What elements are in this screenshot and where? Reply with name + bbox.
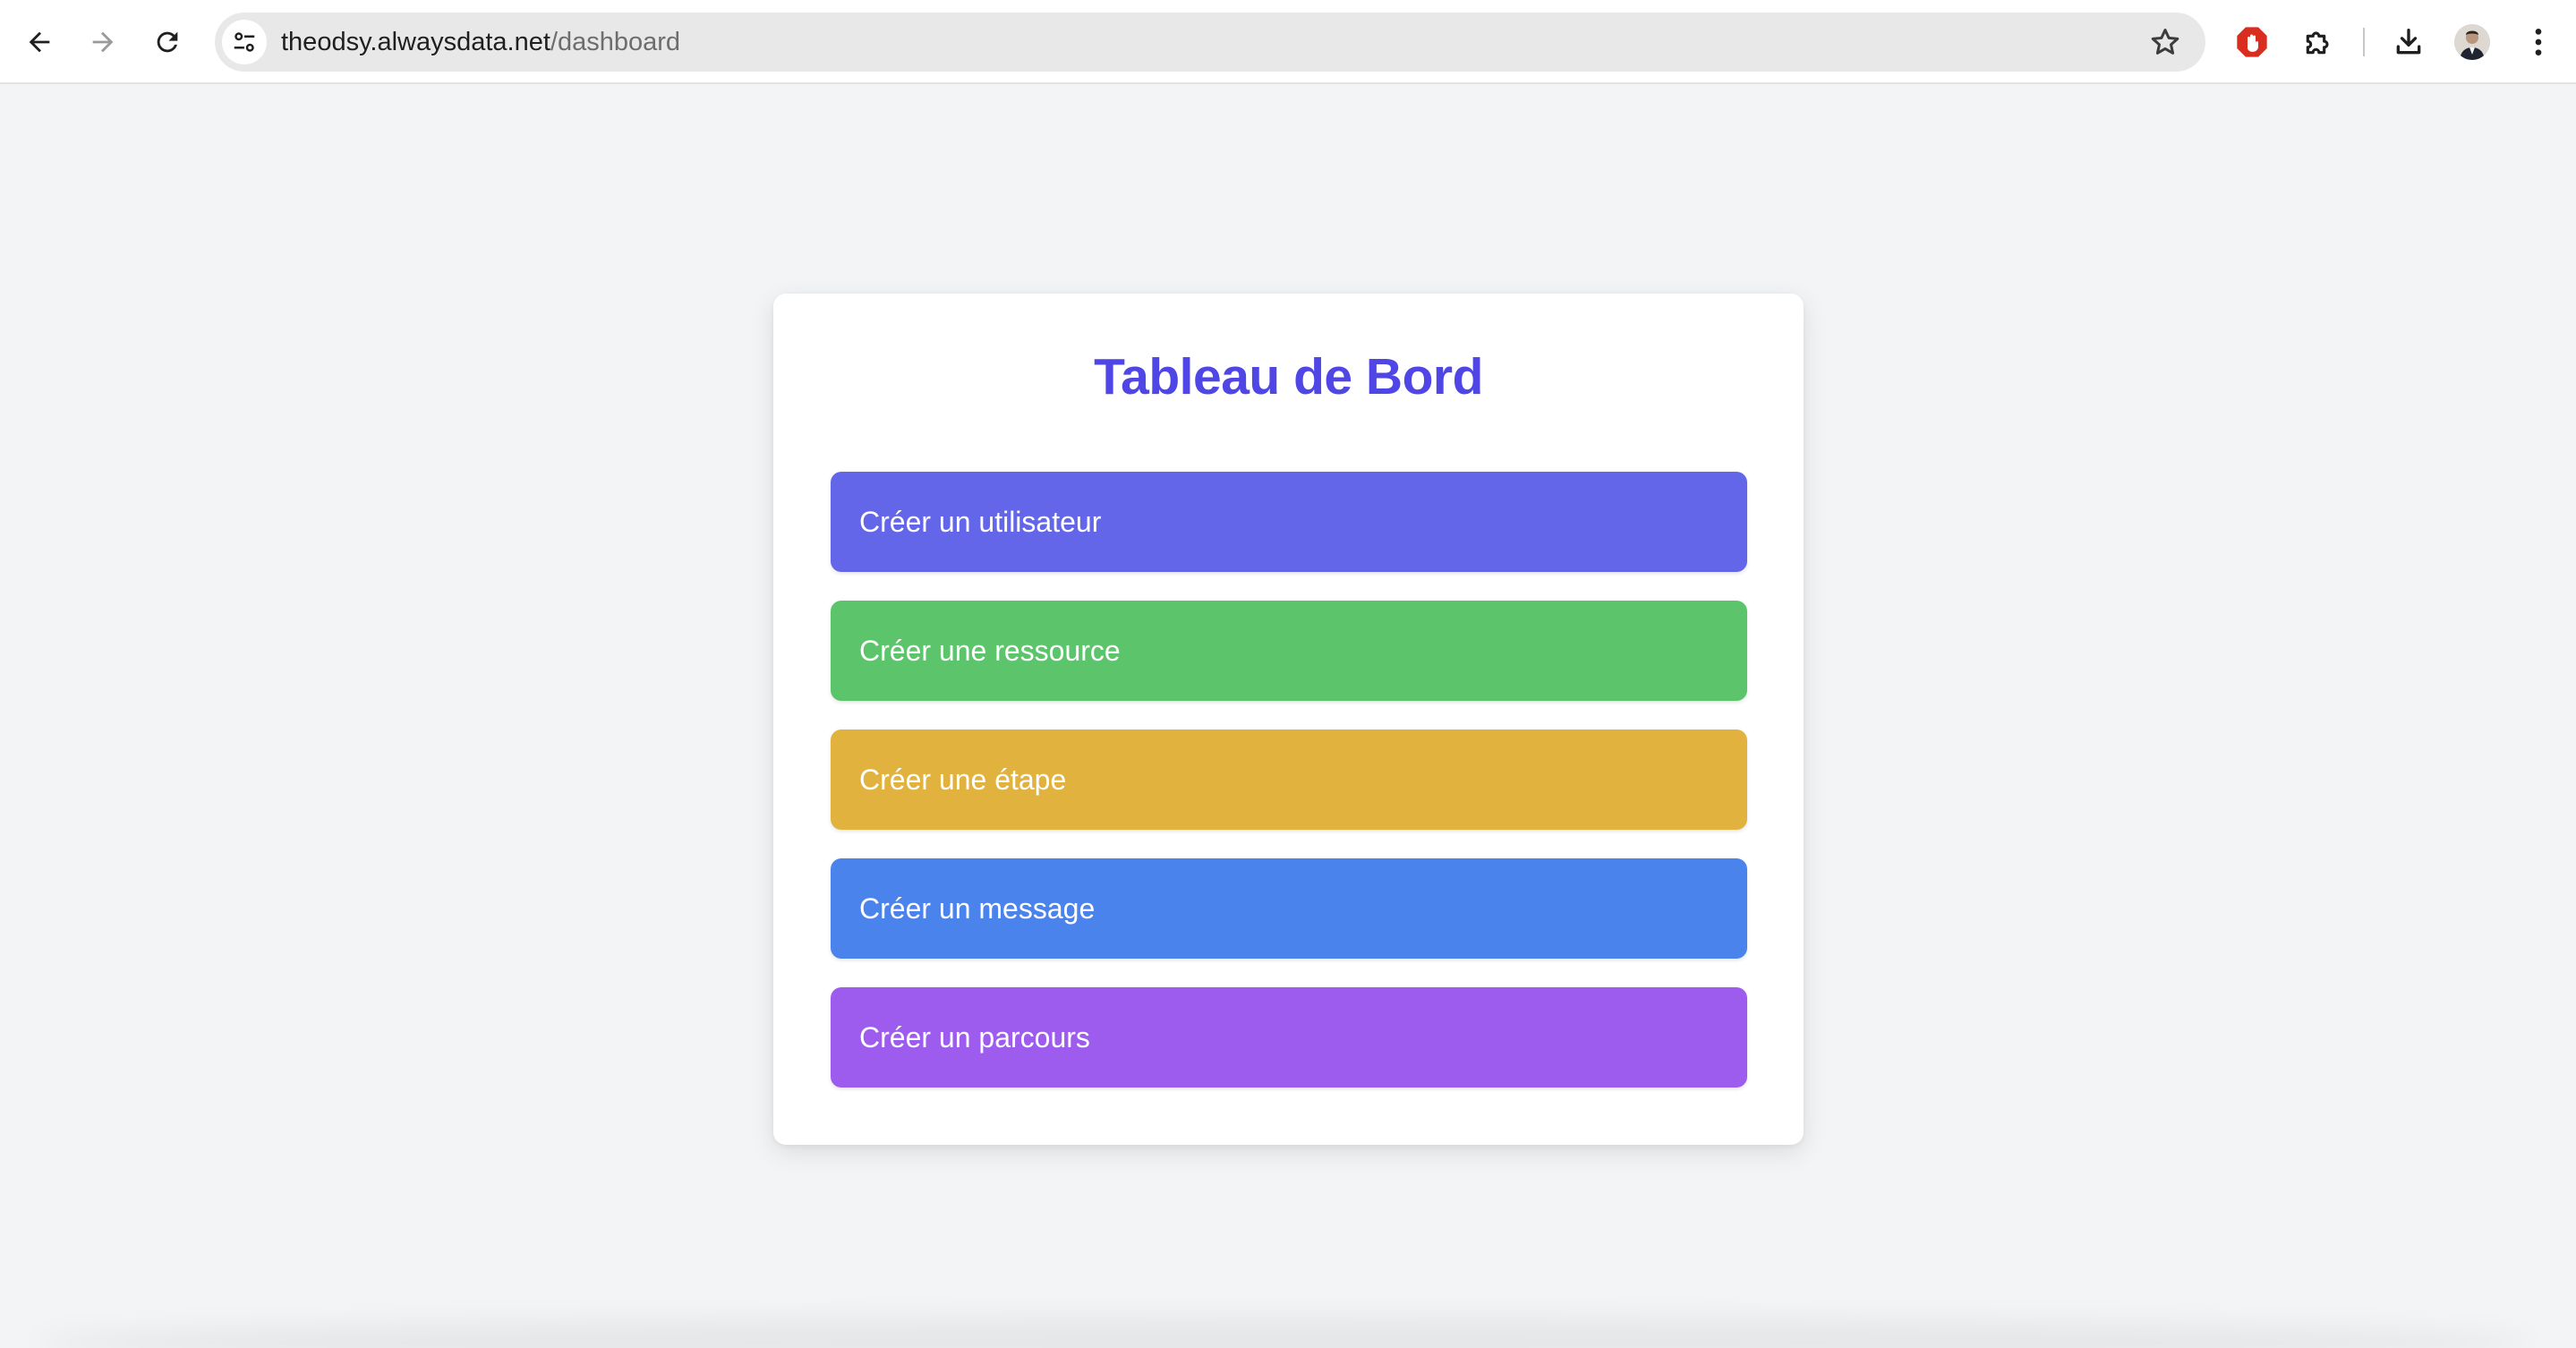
create-resource-button[interactable]: Créer une ressource [831,601,1747,701]
tune-icon [234,32,255,52]
arrow-left-icon [29,31,50,53]
arrow-right-icon [92,31,114,53]
create-user-button[interactable]: Créer un utilisateur [831,472,1747,572]
reload-icon [157,31,178,53]
page-title: Tableau de Bord [1094,348,1483,405]
address-bar[interactable]: theodsy.alwaysdata.net/dashboard [215,13,2205,72]
create-message-button[interactable]: Créer un message [831,858,1747,959]
puzzle-icon[interactable] [2300,24,2336,60]
create-step-button[interactable]: Créer une étape [831,729,1747,830]
dashboard-card: Tableau de Bord Créer un utilisateur Cré… [773,294,1804,1145]
site-info-button[interactable] [222,20,267,64]
stop-hand-icon[interactable] [2234,24,2270,60]
url-host: theodsy.alwaysdata.net [281,28,550,56]
toolbar-divider [2363,28,2365,56]
create-path-button[interactable]: Créer un parcours [831,987,1747,1088]
forward-button[interactable] [81,21,124,64]
profile-avatar[interactable] [2454,24,2490,60]
url-text[interactable]: theodsy.alwaysdata.net/dashboard [281,13,680,72]
download-icon[interactable] [2391,24,2427,60]
star-icon[interactable] [2148,25,2182,59]
back-button[interactable] [18,21,61,64]
reload-button[interactable] [146,21,189,64]
page-bottom-shadow [36,1316,2533,1348]
url-path: /dashboard [550,28,681,56]
kebab-menu-icon[interactable] [2521,24,2556,60]
browser-toolbar: theodsy.alwaysdata.net/dashboard [0,0,2576,84]
